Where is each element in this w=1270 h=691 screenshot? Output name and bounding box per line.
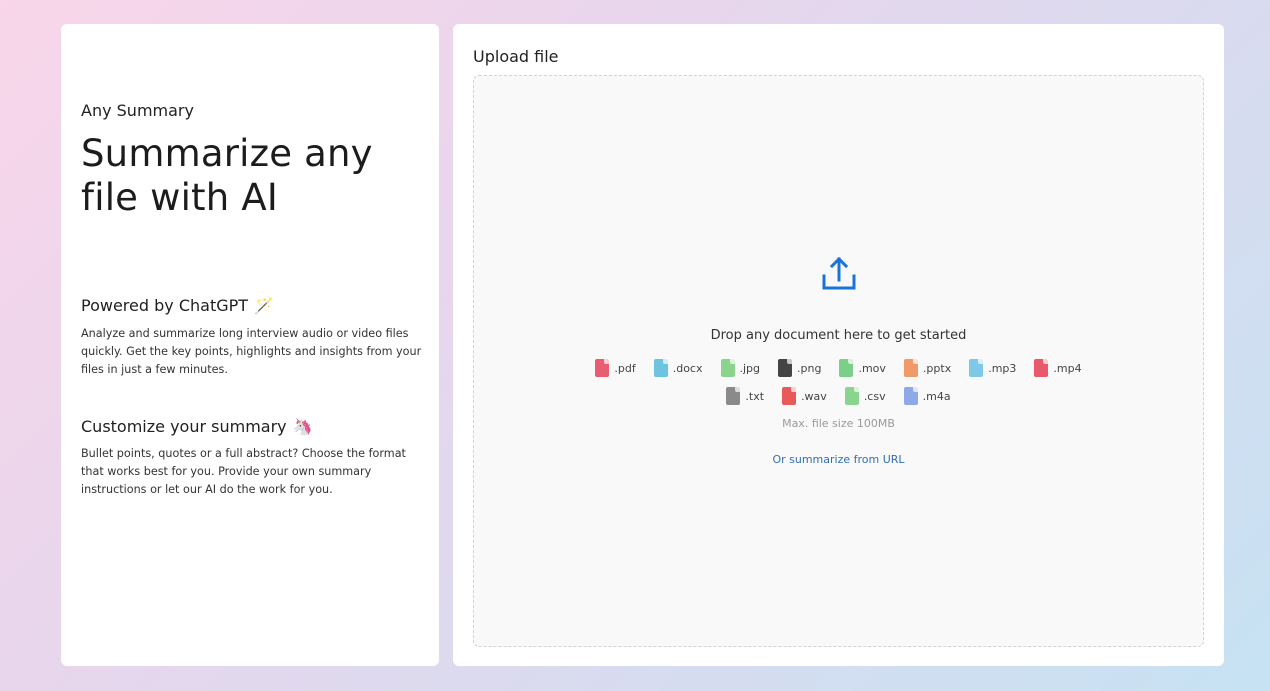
file-type-label: .mp4 xyxy=(1053,361,1082,375)
brand-name: Any Summary xyxy=(81,101,194,120)
file-type-label: .docx xyxy=(672,361,703,375)
file-wav-icon xyxy=(782,387,797,405)
file-txt-icon xyxy=(726,387,741,405)
file-type-label: .csv xyxy=(863,389,886,403)
file-mp3-icon xyxy=(969,359,984,377)
file-type-png: .png xyxy=(778,359,821,377)
file-type-label: .pdf xyxy=(614,361,636,375)
file-type-mp4: .mp4 xyxy=(1034,359,1082,377)
magic-wand-icon: 🪄 xyxy=(254,296,274,315)
file-type-pptx: .pptx xyxy=(903,359,952,377)
file-png-icon xyxy=(778,359,793,377)
file-type-label: .png xyxy=(797,361,822,375)
file-type-label: .jpg xyxy=(739,361,761,375)
file-types-row: .pdf .docx .jpg .png .mov .pptx .mp3 .mp4 xyxy=(474,359,1203,377)
file-type-csv: .csv xyxy=(844,387,886,405)
unicorn-icon: 🦄 xyxy=(292,417,313,436)
file-type-jpg: .jpg xyxy=(720,359,761,377)
file-type-mov: .mov xyxy=(839,359,886,377)
file-type-label: .mov xyxy=(858,361,886,375)
file-types-row: .txt .wav .csv .m4a xyxy=(474,387,1203,405)
upload-icon xyxy=(822,256,856,290)
file-dropzone[interactable]: Drop any document here to get started .p… xyxy=(473,75,1204,647)
feature-title-text: Powered by ChatGPT xyxy=(81,296,249,315)
file-docx-icon xyxy=(653,359,668,377)
file-type-label: .m4a xyxy=(922,389,951,403)
file-type-label: .txt xyxy=(745,389,765,403)
file-type-label: .mp3 xyxy=(988,361,1017,375)
summarize-from-url-link[interactable]: Or summarize from URL xyxy=(474,453,1203,466)
feature-title-powered: Powered by ChatGPT 🪄 xyxy=(81,296,274,315)
feature-description-customize: Bullet points, quotes or a full abstract… xyxy=(81,447,406,496)
file-pdf-icon xyxy=(595,359,610,377)
page-headline: Summarize any file with AI xyxy=(81,132,373,219)
info-panel: Any Summary Summarize any file with AI P… xyxy=(61,24,439,666)
file-type-docx: .docx xyxy=(653,359,703,377)
feature-description-powered: Analyze and summarize long interview aud… xyxy=(81,327,422,376)
file-m4a-icon xyxy=(903,387,918,405)
file-type-txt: .txt xyxy=(726,387,764,405)
feature-title-customize: Customize your summary 🦄 xyxy=(81,417,313,436)
max-file-size: Max. file size 100MB xyxy=(782,417,895,430)
drop-instructions: Drop any document here to get started xyxy=(710,328,967,343)
file-pptx-icon xyxy=(903,359,918,377)
file-type-label: .wav xyxy=(801,389,827,403)
file-mp4-icon xyxy=(1034,359,1049,377)
file-type-pdf: .pdf xyxy=(595,359,636,377)
file-mov-icon xyxy=(839,359,854,377)
file-csv-icon xyxy=(844,387,859,405)
feature-title-text: Customize your summary xyxy=(81,417,287,436)
file-jpg-icon xyxy=(720,359,735,377)
upload-title: Upload file xyxy=(473,47,559,66)
file-type-wav: .wav xyxy=(782,387,827,405)
upload-panel: Upload file Drop any document here to ge… xyxy=(453,24,1224,666)
file-type-label: .pptx xyxy=(922,361,952,375)
file-type-mp3: .mp3 xyxy=(969,359,1016,377)
file-type-m4a: .m4a xyxy=(903,387,951,405)
